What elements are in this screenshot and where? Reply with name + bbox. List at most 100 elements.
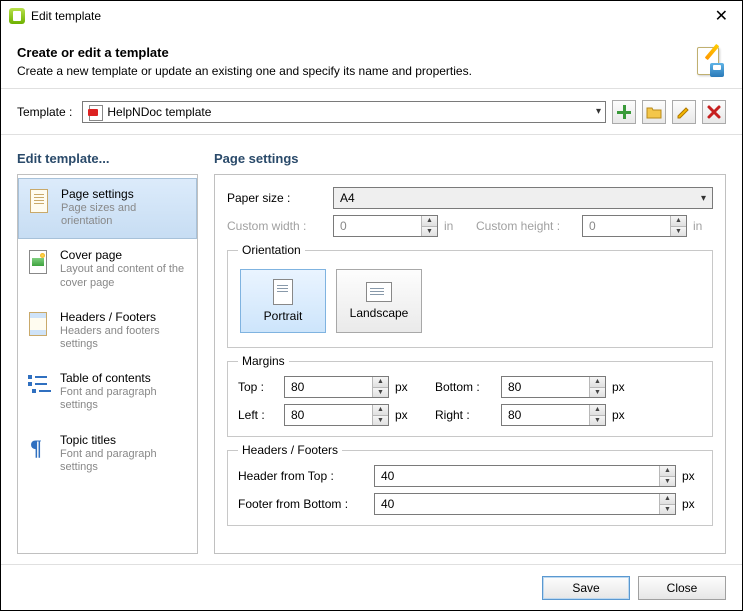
footer-from-bottom-input[interactable]: 40 ▲▼ bbox=[374, 493, 676, 515]
sidebar-item-desc: Layout and content of the cover page bbox=[60, 263, 189, 289]
margin-top-value: 80 bbox=[291, 380, 304, 394]
custom-height-label: Custom height : bbox=[476, 219, 576, 233]
margin-right-label: Right : bbox=[435, 408, 495, 422]
sidebar-panel: Page settings Page sizes and orientation… bbox=[17, 174, 198, 554]
orientation-portrait-button[interactable]: Portrait bbox=[240, 269, 326, 333]
dialog-footer: Save Close bbox=[1, 564, 742, 610]
margin-left-unit: px bbox=[395, 408, 415, 422]
header-footer-icon bbox=[29, 312, 47, 336]
window-title: Edit template bbox=[31, 9, 709, 23]
paper-size-value: A4 bbox=[340, 191, 355, 205]
sidebar-item-title: Cover page bbox=[60, 248, 189, 262]
app-icon bbox=[9, 8, 25, 24]
footer-from-bottom-value: 40 bbox=[381, 497, 394, 511]
sidebar-item-desc: Font and paragraph settings bbox=[60, 386, 189, 412]
spinner-arrows[interactable]: ▲▼ bbox=[659, 466, 675, 486]
sidebar-item-table-of-contents[interactable]: Table of contents Font and paragraph set… bbox=[18, 363, 197, 422]
footer-from-bottom-unit: px bbox=[682, 497, 702, 511]
title-bar: Edit template ✕ bbox=[1, 1, 742, 31]
sidebar-item-topic-titles[interactable]: ¶ Topic titles Font and paragraph settin… bbox=[18, 425, 197, 484]
header-subtitle: Create a new template or update an exist… bbox=[17, 64, 694, 78]
spinner-arrows: ▲▼ bbox=[670, 216, 686, 236]
orientation-legend: Orientation bbox=[238, 243, 305, 257]
hf-legend: Headers / Footers bbox=[238, 443, 342, 457]
template-toolbar: Template : HelpNDoc template ▾ bbox=[1, 89, 742, 135]
page-icon bbox=[30, 189, 48, 213]
portrait-page-icon bbox=[273, 279, 293, 305]
chevron-down-icon: ▾ bbox=[596, 106, 601, 117]
margin-top-unit: px bbox=[395, 380, 415, 394]
margin-bottom-input[interactable]: 80 ▲▼ bbox=[501, 376, 606, 398]
header-from-top-unit: px bbox=[682, 469, 702, 483]
save-button[interactable]: Save bbox=[542, 576, 630, 600]
close-button[interactable]: Close bbox=[638, 576, 726, 600]
sidebar-item-desc: Headers and footers settings bbox=[60, 325, 189, 351]
paper-size-select[interactable]: A4 ▾ bbox=[333, 187, 713, 209]
spinner-arrows[interactable]: ▲▼ bbox=[589, 405, 605, 425]
sidebar-heading: Edit template... bbox=[17, 151, 198, 166]
spinner-arrows[interactable]: ▲▼ bbox=[659, 494, 675, 514]
toc-icon bbox=[28, 373, 48, 397]
custom-width-unit: in bbox=[444, 219, 464, 233]
delete-button[interactable] bbox=[702, 100, 726, 124]
margin-bottom-value: 80 bbox=[508, 380, 521, 394]
dialog-window: Edit template ✕ Create or edit a templat… bbox=[0, 0, 743, 611]
sidebar-item-title: Headers / Footers bbox=[60, 310, 189, 324]
margin-top-input[interactable]: 80 ▲▼ bbox=[284, 376, 389, 398]
paper-size-label: Paper size : bbox=[227, 191, 327, 205]
spinner-arrows[interactable]: ▲▼ bbox=[589, 377, 605, 397]
cover-page-icon bbox=[29, 250, 47, 274]
add-template-button[interactable] bbox=[612, 100, 636, 124]
headers-footers-group: Headers / Footers Header from Top : 40 ▲… bbox=[227, 443, 713, 526]
orientation-portrait-label: Portrait bbox=[264, 309, 303, 323]
custom-width-label: Custom width : bbox=[227, 219, 327, 233]
spinner-arrows[interactable]: ▲▼ bbox=[372, 405, 388, 425]
sidebar-item-headers-footers[interactable]: Headers / Footers Headers and footers se… bbox=[18, 302, 197, 361]
orientation-landscape-label: Landscape bbox=[350, 306, 409, 320]
margin-left-value: 80 bbox=[291, 408, 304, 422]
header-title: Create or edit a template bbox=[17, 45, 694, 60]
header-panel: Create or edit a template Create a new t… bbox=[1, 31, 742, 89]
sidebar-item-title: Table of contents bbox=[60, 371, 189, 385]
template-select[interactable]: HelpNDoc template ▾ bbox=[82, 101, 606, 123]
margin-left-label: Left : bbox=[238, 408, 278, 422]
main-heading: Page settings bbox=[214, 151, 726, 166]
custom-height-unit: in bbox=[693, 219, 713, 233]
pdf-icon bbox=[87, 104, 103, 120]
main-panel: Paper size : A4 ▾ Custom width : 0 ▲▼ in… bbox=[214, 174, 726, 554]
sidebar-item-desc: Page sizes and orientation bbox=[61, 202, 188, 228]
orientation-group: Orientation Portrait Landscape bbox=[227, 243, 713, 348]
sidebar-item-title: Page settings bbox=[61, 187, 188, 201]
footer-from-bottom-label: Footer from Bottom : bbox=[238, 497, 368, 511]
margin-bottom-unit: px bbox=[612, 380, 632, 394]
custom-height-value: 0 bbox=[589, 219, 596, 233]
pilcrow-icon: ¶ bbox=[30, 435, 42, 461]
custom-width-value: 0 bbox=[340, 219, 347, 233]
margin-right-value: 80 bbox=[508, 408, 521, 422]
edit-button[interactable] bbox=[672, 100, 696, 124]
custom-height-input: 0 ▲▼ bbox=[582, 215, 687, 237]
chevron-down-icon: ▾ bbox=[701, 193, 706, 204]
margin-right-input[interactable]: 80 ▲▼ bbox=[501, 404, 606, 426]
spinner-arrows: ▲▼ bbox=[421, 216, 437, 236]
open-folder-button[interactable] bbox=[642, 100, 666, 124]
header-from-top-value: 40 bbox=[381, 469, 394, 483]
margin-top-label: Top : bbox=[238, 380, 278, 394]
sidebar-item-page-settings[interactable]: Page settings Page sizes and orientation bbox=[18, 178, 197, 239]
landscape-page-icon bbox=[366, 282, 392, 302]
template-doc-icon bbox=[694, 45, 726, 77]
margin-left-input[interactable]: 80 ▲▼ bbox=[284, 404, 389, 426]
template-label: Template : bbox=[17, 105, 72, 119]
header-from-top-label: Header from Top : bbox=[238, 469, 368, 483]
close-icon[interactable]: ✕ bbox=[709, 4, 734, 28]
margin-bottom-label: Bottom : bbox=[435, 380, 495, 394]
sidebar-item-cover-page[interactable]: Cover page Layout and content of the cov… bbox=[18, 240, 197, 299]
spinner-arrows[interactable]: ▲▼ bbox=[372, 377, 388, 397]
header-from-top-input[interactable]: 40 ▲▼ bbox=[374, 465, 676, 487]
orientation-landscape-button[interactable]: Landscape bbox=[336, 269, 422, 333]
margins-group: Margins Top : 80 ▲▼ px Bottom : 80 ▲▼ bbox=[227, 354, 713, 437]
margins-legend: Margins bbox=[238, 354, 289, 368]
sidebar-item-desc: Font and paragraph settings bbox=[60, 448, 189, 474]
margin-right-unit: px bbox=[612, 408, 632, 422]
template-value: HelpNDoc template bbox=[107, 105, 211, 119]
